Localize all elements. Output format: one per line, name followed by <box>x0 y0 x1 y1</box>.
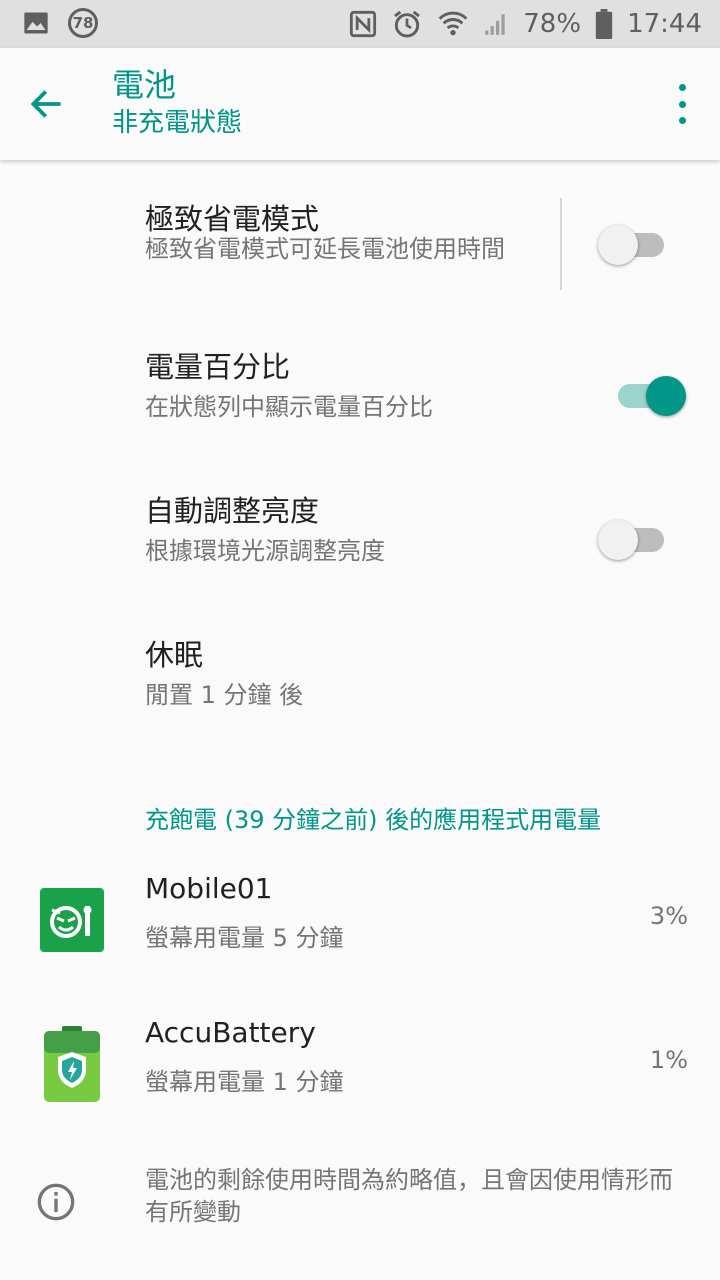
battery-estimate-text: 電池的剩餘使用時間為約略值，且會因使用情形而有所變動 <box>145 1166 673 1226</box>
app-usage-percent: 3% <box>649 902 688 930</box>
back-arrow-icon <box>30 90 61 118</box>
overflow-menu-button[interactable] <box>670 84 694 124</box>
overflow-dot-icon <box>678 117 686 124</box>
app-name: AccuBattery <box>145 1016 316 1049</box>
app-usage-section-header: 充飽電 (39 分鐘之前) 後的應用程式用電量 <box>145 806 602 834</box>
alarm-icon <box>394 10 421 38</box>
vertical-divider <box>560 198 562 290</box>
page-title: 電池 <box>112 66 177 104</box>
ultra-power-saving-toggle[interactable] <box>598 225 670 265</box>
accubattery-app-icon <box>44 1026 100 1102</box>
app-usage-percent: 1% <box>649 1046 688 1074</box>
setting-summary: 在狀態列中顯示電量百分比 <box>145 393 433 421</box>
back-button[interactable] <box>24 78 68 130</box>
overflow-dot-icon <box>678 84 686 91</box>
app-usage-detail: 螢幕用電量 1 分鐘 <box>145 1068 344 1096</box>
setting-summary: 極致省電模式可延長電池使用時間 <box>145 235 505 263</box>
app-bar: 電池 非充電狀態 <box>0 48 720 160</box>
app-usage-detail: 螢幕用電量 5 分鐘 <box>145 924 344 952</box>
app-usage-item-accubattery[interactable]: AccuBattery 螢幕用電量 1 分鐘 1% <box>0 1016 720 1146</box>
status-bar: 78 78% 17:44 <box>0 0 720 48</box>
setting-title: 極致省電模式 <box>145 202 320 236</box>
battery-percentage-toggle[interactable] <box>612 376 686 416</box>
setting-sleep[interactable]: 休眠 閒置 1 分鐘 後 <box>0 618 720 728</box>
setting-auto-brightness[interactable]: 自動調整亮度 根據環境光源調整亮度 <box>0 474 720 584</box>
image-notification-icon <box>24 12 48 34</box>
auto-brightness-toggle[interactable] <box>598 520 670 560</box>
info-icon <box>37 1183 75 1221</box>
setting-battery-percentage[interactable]: 電量百分比 在狀態列中顯示電量百分比 <box>0 330 720 440</box>
setting-title: 休眠 <box>145 638 204 672</box>
signal-icon <box>485 14 505 35</box>
clock-text: 17:44 <box>627 9 702 39</box>
setting-ultra-power-saving[interactable]: 極致省電模式 極致省電模式可延長電池使用時間 <box>0 160 720 300</box>
toggle-thumb <box>598 225 638 265</box>
battery-icon <box>595 9 613 39</box>
nfc-icon <box>350 10 377 38</box>
setting-summary: 根據環境光源調整亮度 <box>145 537 385 565</box>
mobile01-app-icon <box>40 888 104 952</box>
battery-estimate-note: 電池的剩餘使用時間為約略值，且會因使用情形而有所變動 <box>0 1162 720 1252</box>
setting-summary: 閒置 1 分鐘 後 <box>145 681 304 709</box>
toggle-thumb <box>598 520 638 560</box>
overflow-dot-icon <box>678 100 686 108</box>
notification-badge-icon: 78 <box>68 8 98 38</box>
toggle-thumb <box>646 376 686 416</box>
battery-percent-text: 78% <box>523 9 582 39</box>
setting-title: 自動調整亮度 <box>145 494 320 528</box>
wifi-icon <box>438 11 468 36</box>
page-subtitle: 非充電狀態 <box>112 108 243 138</box>
app-name: Mobile01 <box>145 872 273 905</box>
app-usage-item-mobile01[interactable]: Mobile01 螢幕用電量 5 分鐘 3% <box>0 872 720 1002</box>
setting-title: 電量百分比 <box>145 350 291 384</box>
